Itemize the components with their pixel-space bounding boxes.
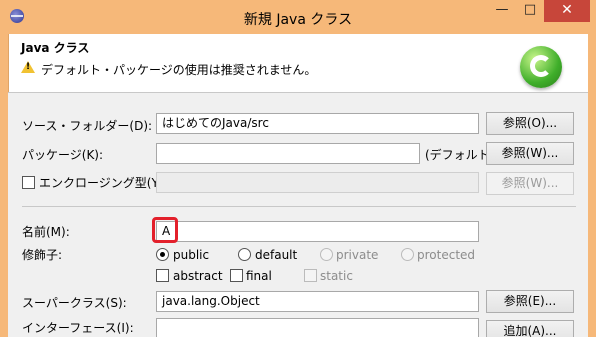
browse-superclass-button[interactable]: 参照(E)... <box>486 290 574 313</box>
section-divider <box>22 206 576 207</box>
enclosing-type-field <box>156 172 479 193</box>
final-label: final <box>246 269 272 283</box>
package-field[interactable] <box>156 143 420 164</box>
wizard-title: Java クラス <box>21 41 90 55</box>
default-label: default <box>255 248 298 262</box>
interfaces-label: インターフェース(I): <box>22 321 134 335</box>
enclosing-type-checkbox[interactable] <box>22 176 35 189</box>
name-highlight-box <box>152 217 178 243</box>
default-radio[interactable] <box>238 248 251 261</box>
wizard-header: Java クラス デフォルト・パッケージの使用は推奨されません。 <box>8 34 588 92</box>
modifiers-label: 修飾子: <box>22 248 63 262</box>
protected-label: protected <box>417 248 476 262</box>
source-folder-label: ソース・フォルダー(D): <box>22 119 153 133</box>
package-default-hint: (デフォルト) <box>425 148 495 162</box>
browse-package-button[interactable]: 参照(W)... <box>486 142 574 165</box>
browse-source-folder-button[interactable]: 参照(O)... <box>486 112 574 135</box>
package-label: パッケージ(K): <box>22 148 104 162</box>
abstract-checkbox[interactable] <box>156 269 169 282</box>
maximize-button[interactable]: □ <box>516 0 544 22</box>
abstract-label: abstract <box>173 269 223 283</box>
minimize-button[interactable]: — <box>488 0 516 22</box>
window-border-right <box>588 34 596 337</box>
window-border-left <box>0 34 8 337</box>
public-label: public <box>173 248 210 262</box>
static-checkbox <box>304 269 317 282</box>
interfaces-list[interactable] <box>156 318 479 337</box>
enclosing-type-label: エンクロージング型(Y): <box>39 176 168 190</box>
warning-icon <box>21 61 35 73</box>
superclass-field[interactable]: java.lang.Object <box>156 291 479 312</box>
header-divider <box>8 92 588 93</box>
static-label: static <box>320 269 353 283</box>
class-name-field[interactable]: A <box>156 221 479 242</box>
public-radio[interactable] <box>156 248 169 261</box>
protected-radio <box>401 248 414 261</box>
private-label: private <box>336 248 379 262</box>
add-interface-button[interactable]: 追加(A)... <box>486 320 574 337</box>
browse-enclosing-type-button: 参照(W)... <box>486 172 574 195</box>
title-bar: 新規 Java クラス — □ ✕ <box>0 0 596 34</box>
warning-message: デフォルト・パッケージの使用は推奨されません。 <box>41 63 317 77</box>
final-checkbox[interactable] <box>230 269 243 282</box>
name-label: 名前(M): <box>22 225 70 239</box>
source-folder-field[interactable]: はじめてのJava/src <box>156 113 479 134</box>
superclass-label: スーパークラス(S): <box>22 296 127 310</box>
private-radio <box>320 248 333 261</box>
new-class-wizard-icon <box>520 46 562 88</box>
close-button[interactable]: ✕ <box>544 0 590 22</box>
